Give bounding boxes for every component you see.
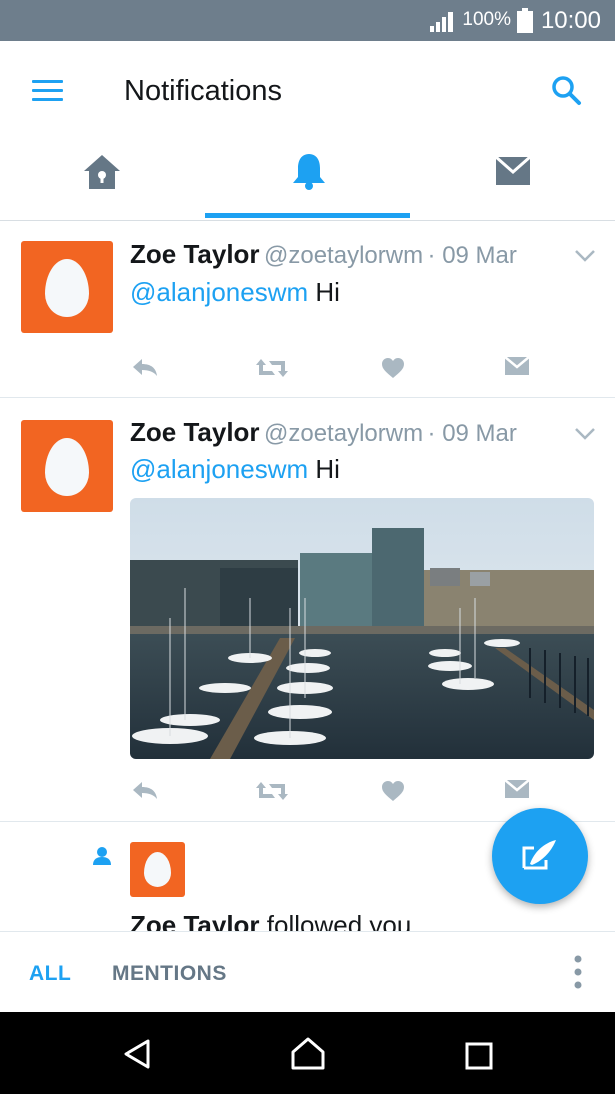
envelope-icon	[495, 156, 531, 185]
back-icon[interactable]	[122, 1038, 152, 1070]
direct-message-icon[interactable]	[504, 355, 530, 377]
author-name[interactable]: Zoe Taylor	[130, 417, 260, 447]
tweet-header: Zoe Taylor @zoetaylorwm · 09 Mar	[130, 239, 517, 270]
retweet-icon[interactable]	[255, 357, 289, 379]
search-icon[interactable]	[551, 75, 583, 107]
status-bar: 100% 10:00	[0, 0, 615, 41]
retweet-icon[interactable]	[255, 780, 289, 802]
tweet-text: @alanjoneswm Hi	[130, 454, 340, 485]
battery-percent: 100%	[462, 9, 511, 30]
avatar[interactable]	[21, 241, 113, 333]
notification-tweet[interactable]: Zoe Taylor @zoetaylorwm · 09 Mar @alanjo…	[0, 221, 615, 398]
direct-message-icon[interactable]	[504, 778, 530, 800]
app-bar: Notifications	[0, 41, 615, 221]
tweet-text: @alanjoneswm Hi	[130, 277, 340, 308]
author-name[interactable]: Zoe Taylor	[130, 239, 260, 269]
recent-apps-icon[interactable]	[465, 1042, 493, 1070]
tab-notifications[interactable]	[205, 141, 410, 213]
status-time: 10:00	[540, 7, 601, 34]
signal-icon	[430, 12, 453, 32]
like-icon[interactable]	[381, 780, 405, 802]
tweet-photo[interactable]	[130, 498, 594, 759]
avatar[interactable]	[130, 842, 185, 897]
page-title: Notifications	[124, 75, 282, 107]
active-tab-indicator	[205, 213, 410, 218]
notification-filter-bar: ALL MENTIONS	[0, 931, 615, 1012]
home-icon	[84, 155, 120, 189]
chevron-down-icon[interactable]	[574, 427, 596, 441]
tab-mentions[interactable]: MENTIONS	[112, 962, 227, 986]
author-handle: @zoetaylorwm	[264, 242, 424, 269]
tweet-body: Hi	[315, 277, 340, 307]
notification-tweet-with-photo[interactable]: Zoe Taylor @zoetaylorwm · 09 Mar @alanjo…	[0, 398, 615, 822]
follow-message: followed you	[266, 910, 412, 931]
tweet-header: Zoe Taylor @zoetaylorwm · 09 Mar	[130, 417, 517, 448]
egg-avatar-icon	[45, 259, 89, 317]
system-nav-bar	[0, 1012, 615, 1094]
person-icon	[93, 847, 111, 865]
follower-name[interactable]: Zoe Taylor	[130, 910, 260, 931]
overflow-menu-icon[interactable]	[573, 954, 583, 990]
chevron-down-icon[interactable]	[574, 249, 596, 263]
author-handle: @zoetaylorwm	[264, 420, 424, 447]
reply-icon[interactable]	[131, 780, 159, 800]
like-icon[interactable]	[381, 357, 405, 379]
tweet-date: · 09 Mar	[427, 242, 517, 269]
avatar[interactable]	[21, 420, 113, 512]
mention-link[interactable]: @alanjoneswm	[130, 454, 308, 484]
home-nav-icon[interactable]	[290, 1036, 326, 1070]
battery-icon	[517, 8, 533, 33]
tab-all[interactable]: ALL	[29, 962, 71, 986]
bell-icon	[293, 154, 325, 190]
egg-avatar-icon	[144, 852, 171, 887]
follow-text: Zoe Taylor followed you	[130, 910, 411, 931]
tab-messages[interactable]	[410, 141, 615, 213]
reply-icon[interactable]	[131, 357, 159, 377]
compose-quill-icon	[522, 840, 556, 870]
hamburger-menu-icon[interactable]	[32, 79, 64, 103]
tab-home[interactable]	[0, 141, 205, 213]
tweet-body: Hi	[315, 454, 340, 484]
mention-link[interactable]: @alanjoneswm	[130, 277, 308, 307]
egg-avatar-icon	[45, 438, 89, 496]
compose-tweet-button[interactable]	[492, 808, 588, 904]
tweet-date: · 09 Mar	[427, 420, 517, 447]
